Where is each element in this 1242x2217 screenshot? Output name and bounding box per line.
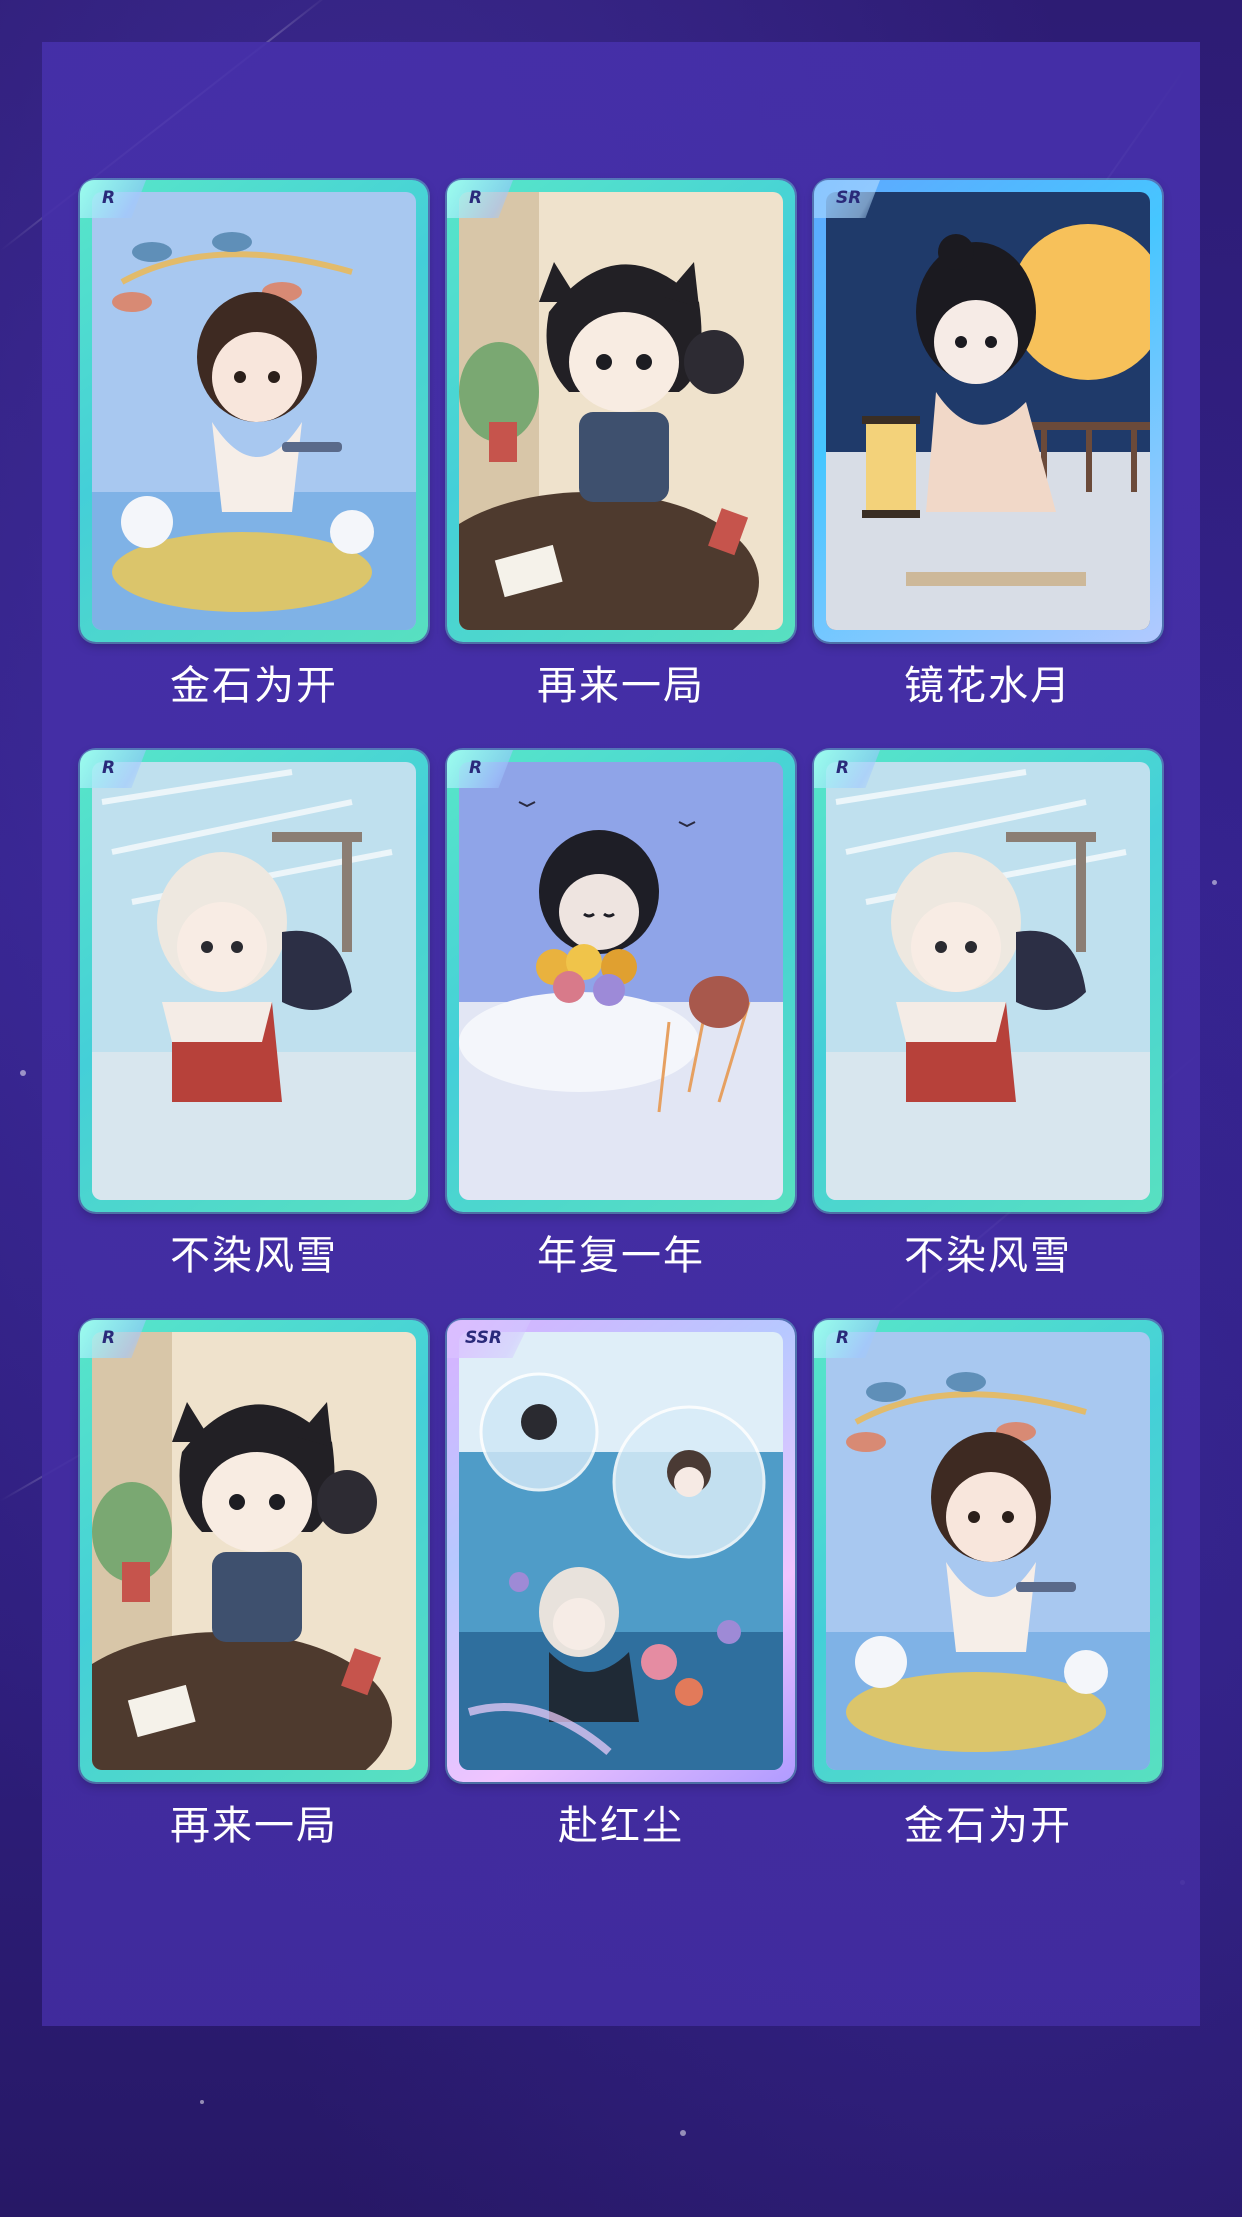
chibi-cards-icon <box>459 192 783 630</box>
chibi-with-pipe-icon <box>92 192 416 630</box>
card-title: 不染风雪 <box>170 1233 338 1279</box>
sparkle <box>680 2130 686 2136</box>
sparkle <box>200 2100 204 2104</box>
card-item[interactable]: R 再来一局 <box>447 180 795 712</box>
chibi-with-pipe-icon <box>826 1332 1150 1770</box>
rarity-label: R <box>836 758 850 778</box>
card-art <box>92 192 416 630</box>
card-art <box>459 192 783 630</box>
card-frame[interactable]: SR <box>814 180 1162 642</box>
chibi-snow-icon <box>92 762 416 1200</box>
card-frame[interactable]: R <box>447 750 795 1212</box>
card-item[interactable]: R 金石为开 <box>80 180 428 712</box>
chibi-moon-lantern-icon <box>826 192 1150 630</box>
card-frame[interactable]: SSR <box>447 1320 795 1782</box>
sparkle <box>1212 880 1217 885</box>
rarity-label: R <box>469 188 483 208</box>
card-art <box>826 1332 1150 1770</box>
chibi-cards-icon <box>92 1332 416 1770</box>
card-frame[interactable]: R <box>814 750 1162 1212</box>
card-title: 年复一年 <box>537 1233 705 1279</box>
card-frame[interactable]: R <box>80 750 428 1212</box>
card-title: 不染风雪 <box>904 1233 1072 1279</box>
card-title: 再来一局 <box>537 663 705 709</box>
card-frame[interactable]: R <box>80 1320 428 1782</box>
chibi-bubbles-icon <box>459 1332 783 1770</box>
card-item[interactable]: R 年复一年 <box>447 750 795 1282</box>
card-title: 再来一局 <box>170 1803 338 1849</box>
rarity-label: R <box>102 1328 116 1348</box>
card-art <box>92 1332 416 1770</box>
card-art <box>92 762 416 1200</box>
card-art <box>826 762 1150 1200</box>
card-item[interactable]: R 不染风雪 <box>80 750 428 1282</box>
card-item[interactable]: SR 镜花水月 <box>814 180 1162 712</box>
rarity-label: SR <box>836 188 862 208</box>
card-item[interactable]: SSR 赴红尘 <box>447 1320 795 1852</box>
card-title: 镜花水月 <box>904 663 1072 709</box>
rarity-label: R <box>102 188 116 208</box>
card-frame[interactable]: R <box>814 1320 1162 1782</box>
card-title: 赴红尘 <box>558 1803 684 1849</box>
chibi-flowers-icon <box>459 762 783 1200</box>
card-art <box>459 1332 783 1770</box>
card-item[interactable]: R 再来一局 <box>80 1320 428 1852</box>
rarity-label: R <box>469 758 483 778</box>
card-title: 金石为开 <box>170 663 338 709</box>
card-art <box>826 192 1150 630</box>
card-art <box>459 762 783 1200</box>
card-frame[interactable]: R <box>80 180 428 642</box>
card-frame[interactable]: R <box>447 180 795 642</box>
card-title: 金石为开 <box>904 1803 1072 1849</box>
rarity-label: SSR <box>465 1328 502 1348</box>
rarity-label: R <box>102 758 116 778</box>
sparkle <box>20 1070 26 1076</box>
card-item[interactable]: R 金石为开 <box>814 1320 1162 1852</box>
card-item[interactable]: R 不染风雪 <box>814 750 1162 1282</box>
chibi-snow-icon <box>826 762 1150 1200</box>
rarity-label: R <box>836 1328 850 1348</box>
